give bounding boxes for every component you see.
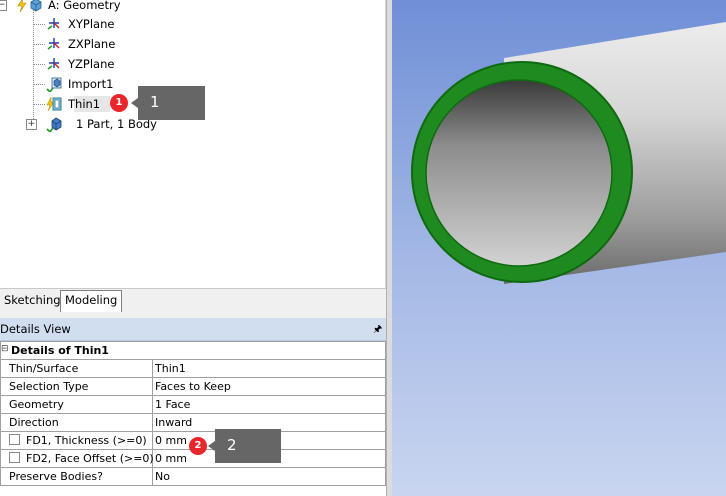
details-row-geometry[interactable]: Geometry 1 Face <box>1 395 385 413</box>
thin-feature-icon <box>46 96 62 112</box>
geometry-icon <box>30 0 42 12</box>
property-name: Geometry <box>9 396 153 413</box>
pipe-inner-surface <box>425 79 613 267</box>
import-cube-icon <box>46 77 62 92</box>
pipe-model[interactable] <box>392 0 726 496</box>
tree-guide <box>33 104 45 105</box>
property-name: FD2, Face Offset (>=0) <box>26 452 154 465</box>
tree-item-label: Import1 <box>68 77 114 91</box>
details-row-preserve-bodies[interactable]: Preserve Bodies? No <box>1 467 385 485</box>
tree-guide <box>33 24 45 25</box>
details-row-selection-type[interactable]: Selection Type Faces to Keep <box>1 377 385 395</box>
property-value[interactable]: No <box>155 468 170 485</box>
axis-plane-icon <box>47 38 60 50</box>
property-value[interactable]: Faces to Keep <box>155 378 231 395</box>
property-name: Thin/Surface <box>9 360 153 377</box>
axis-plane-icon <box>47 58 60 70</box>
details-group-label: Details of Thin1 <box>11 344 109 357</box>
details-grid: ⊟ Details of Thin1 Thin/Surface Thin1 Se… <box>0 341 386 486</box>
tree-outline: − A: Geometry XYPlane ZXPlane YZPlane Im… <box>0 0 386 288</box>
tree-guide <box>33 64 45 65</box>
tree-item-label: Thin1 <box>68 97 101 111</box>
tree-item-label: YZPlane <box>68 57 115 71</box>
annotation-callout-1: 1 <box>131 86 205 120</box>
tab-sketching[interactable]: Sketching <box>0 291 66 310</box>
left-panel: − A: Geometry XYPlane ZXPlane YZPlane Im… <box>0 0 386 496</box>
callout-pointer <box>131 98 138 108</box>
tree-item-label: XYPlane <box>68 17 115 31</box>
property-value[interactable]: Inward <box>155 414 192 431</box>
tree-guide <box>33 84 45 85</box>
property-value[interactable]: 0 mm <box>155 432 187 449</box>
callout-text: 1 <box>150 93 160 111</box>
details-view-title: Details View <box>0 322 71 336</box>
details-row-thin-surface[interactable]: Thin/Surface Thin1 <box>1 359 385 377</box>
property-name: Preserve Bodies? <box>9 468 153 485</box>
graphics-viewport[interactable] <box>392 0 726 496</box>
property-value[interactable]: 1 Face <box>155 396 190 413</box>
axis-plane-icon <box>47 18 60 30</box>
details-view-header: Details View 🖈 <box>0 318 386 341</box>
tree-root-geometry[interactable]: − A: Geometry <box>0 0 200 14</box>
property-value[interactable]: 0 mm <box>155 450 187 467</box>
annotation-badge-2: 2 <box>189 437 207 455</box>
expand-icon[interactable]: + <box>26 119 37 130</box>
tab-bar: Sketching Modeling <box>0 288 386 313</box>
collapse-icon[interactable]: − <box>0 0 7 11</box>
callout-text: 2 <box>227 436 237 454</box>
collapse-icon[interactable]: ⊟ <box>1 345 9 354</box>
property-value[interactable]: Thin1 <box>155 360 186 377</box>
tree-item-xyplane[interactable]: XYPlane <box>46 15 166 33</box>
property-name: Selection Type <box>9 378 153 395</box>
parameter-checkbox[interactable] <box>9 452 20 463</box>
callout-pointer <box>208 441 215 451</box>
tree-item-zxplane[interactable]: ZXPlane <box>46 35 166 53</box>
tree-item-yzplane[interactable]: YZPlane <box>46 55 166 73</box>
property-name-cell: FD1, Thickness (>=0) <box>9 432 153 449</box>
property-name: FD1, Thickness (>=0) <box>26 434 147 447</box>
tree-item-label: ZXPlane <box>68 37 116 51</box>
tab-modeling[interactable]: Modeling <box>60 290 123 312</box>
parameter-checkbox[interactable] <box>9 434 20 445</box>
property-name: Direction <box>9 414 153 431</box>
annotation-callout-2: 2 <box>208 429 281 463</box>
annotation-badge-1: 1 <box>110 94 128 112</box>
tree-root-label: A: Geometry <box>48 0 121 12</box>
tree-guide <box>33 44 45 45</box>
pin-icon[interactable]: 🖈 <box>373 322 382 339</box>
details-group-row[interactable]: ⊟ Details of Thin1 <box>1 341 385 359</box>
property-name-cell: FD2, Face Offset (>=0) <box>9 450 154 467</box>
solid-body-icon <box>46 117 62 132</box>
details-row-direction[interactable]: Direction Inward <box>1 413 385 431</box>
